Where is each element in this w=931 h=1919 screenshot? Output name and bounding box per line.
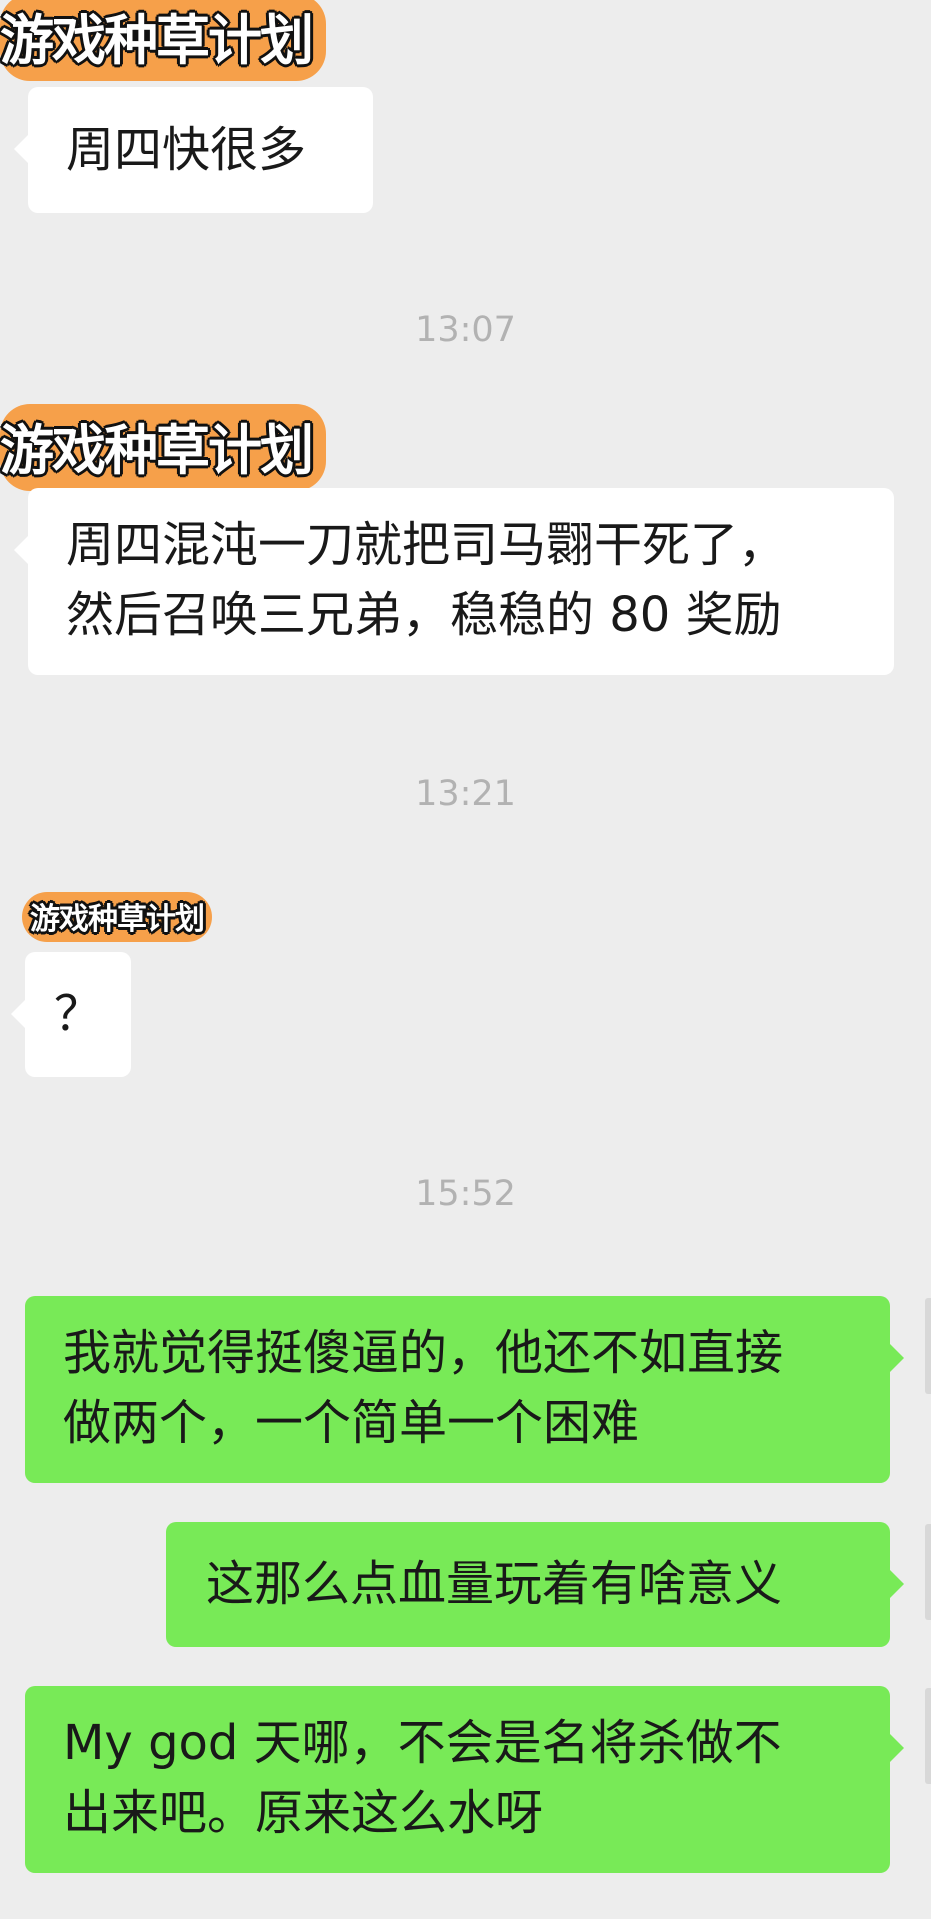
sender-watermark: 游戏种草计划	[22, 892, 212, 942]
outgoing-message-bubble[interactable]: My god 天哪，不会是名将杀做不 出来吧。原来这么水呀	[25, 1686, 904, 1873]
message-text: 周四快很多	[66, 122, 307, 178]
message-text-line-1: 周四混沌一刀就把司马翾干死了，	[66, 517, 787, 573]
incoming-message-bubble[interactable]: 周四混沌一刀就把司马翾干死了， 然后召唤三兄弟，稳稳的 80 奖励	[14, 488, 894, 675]
outgoing-message-bubble[interactable]: 我就觉得挺傻逼的，他还不如直接 做两个，一个简单一个困难	[25, 1296, 904, 1483]
avatar[interactable]	[925, 1298, 931, 1394]
message-text: ？	[53, 986, 102, 1042]
message-text-line-2: 做两个，一个简单一个困难	[63, 1395, 640, 1451]
incoming-message-bubble[interactable]: 周四快很多	[14, 87, 373, 213]
avatar[interactable]	[925, 1688, 931, 1784]
incoming-message-bubble[interactable]: ？	[11, 952, 131, 1077]
message-text-line-1: My god 天哪，不会是名将杀做不	[63, 1715, 782, 1771]
outgoing-message-bubble[interactable]: 这那么点血量玩着有啥意义	[166, 1522, 904, 1647]
message-text: 这那么点血量玩着有啥意义	[206, 1556, 783, 1612]
timestamp: 13:07	[415, 310, 516, 350]
sender-watermark: 游戏种草计划	[0, 404, 326, 491]
sender-watermark: 游戏种草计划	[0, 0, 326, 81]
timestamp: 15:52	[415, 1174, 516, 1214]
message-text-line-2: 出来吧。原来这么水呀	[63, 1785, 544, 1841]
timestamp: 13:21	[415, 774, 516, 814]
avatar[interactable]	[925, 1524, 931, 1620]
message-text-line-1: 我就觉得挺傻逼的，他还不如直接	[63, 1325, 784, 1381]
message-text-line-2: 然后召唤三兄弟，稳稳的 80 奖励	[66, 587, 782, 643]
